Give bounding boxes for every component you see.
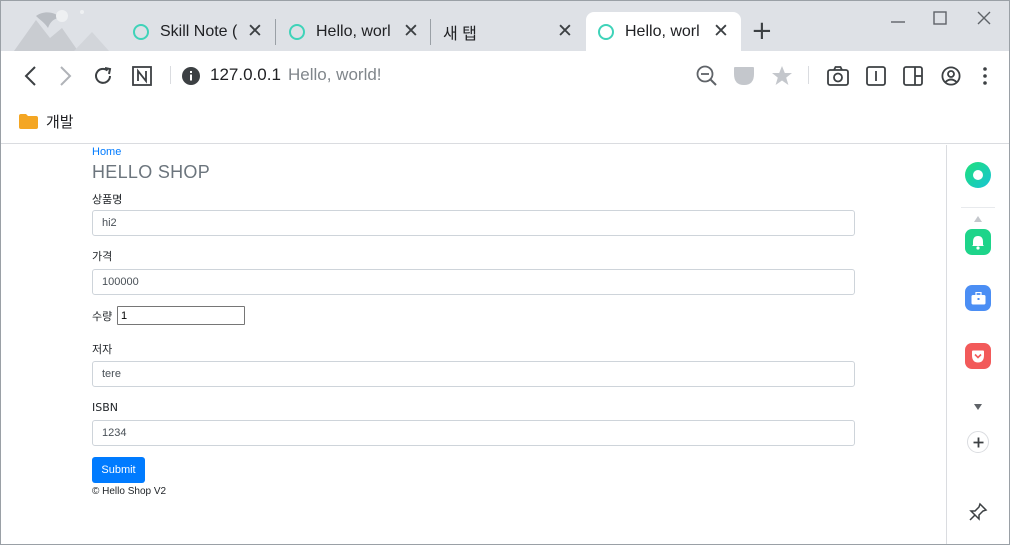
tab-divider [430,19,431,45]
sidebar-toggle-icon[interactable] [901,51,925,100]
tab-favicon-icon [133,23,149,40]
author-input[interactable]: tere [92,361,855,387]
bell-icon[interactable] [965,229,991,255]
bookmark-folder-dev[interactable]: 개발 [19,111,74,132]
side-panel-divider [961,207,995,208]
toolbar-divider [808,66,809,84]
address-bar-host[interactable]: 127.0.0.1 [210,65,281,85]
isbn-input[interactable]: 1234 [92,420,855,446]
tab-title: Skill Note ( [160,22,238,40]
tab-title: Hello, worl [625,22,700,40]
scroll-down-icon[interactable] [974,404,982,410]
bookmark-label: 개발 [46,114,74,131]
camera-icon[interactable] [826,51,850,100]
address-bar-page-title[interactable]: Hello, world! [288,65,382,85]
tab-new-tab[interactable]: 새 탭 ✕ [433,12,583,51]
pocket-icon[interactable] [965,343,991,369]
folder-icon [19,114,38,129]
author-label: 저자 [92,343,113,356]
scroll-up-icon[interactable] [974,216,982,222]
bookmark-star-icon[interactable] [770,51,794,100]
tab-hello-world-1[interactable]: Hello, worl ✕ [279,12,429,51]
whale-sidebar-icon[interactable] [965,162,991,188]
reload-icon[interactable] [91,51,115,100]
tab-divider [275,19,276,45]
profile-icon[interactable] [939,51,963,100]
reader-mode-icon[interactable] [864,51,888,100]
back-icon[interactable] [18,51,42,100]
breadcrumb-home-link[interactable]: Home [92,146,121,158]
tab-strip: Skill Note ( ✕ Hello, worl ✕ 새 탭 ✕ Hello… [0,0,1010,51]
close-tab-icon[interactable]: ✕ [247,22,263,41]
page-content: Home HELLO SHOP 상품명 hi2 가격 100000 수량 1 저… [0,145,946,545]
quantity-input[interactable]: 1 [117,306,245,325]
close-tab-icon[interactable]: ✕ [557,22,573,41]
notion-extension-icon[interactable] [130,51,154,100]
tab-title: Hello, worl [316,22,391,40]
price-label: 가격 [92,250,113,263]
name-label: 상품명 [92,193,123,206]
pocket-shield-icon[interactable] [732,51,756,100]
forward-icon[interactable] [54,51,78,100]
tab-favicon-icon [598,23,614,40]
new-tab-plus-icon[interactable]: + [751,18,773,44]
close-tab-icon[interactable]: ✕ [403,22,419,41]
close-tab-icon[interactable]: ✕ [713,22,729,41]
page-title: HELLO SHOP [92,162,211,182]
briefcase-icon[interactable] [965,285,991,311]
tab-hello-world-active[interactable]: Hello, worl ✕ [586,12,741,51]
submit-button[interactable]: Submit [92,457,145,483]
browser-logo-icon [14,10,109,51]
tab-title: 새 탭 [443,25,477,43]
close-window-icon[interactable] [976,10,992,26]
isbn-label: ISBN [92,401,119,414]
price-input[interactable]: 100000 [92,269,855,295]
pin-icon[interactable] [968,502,988,522]
quantity-label: 수량 [92,310,113,323]
side-panel [946,145,1010,545]
minimize-icon[interactable] [890,10,906,26]
bookmarks-bar: 개발 [0,100,1010,144]
name-input[interactable]: hi2 [92,210,855,236]
site-info-icon[interactable] [181,51,201,100]
footer-text: © Hello Shop V2 [92,486,167,497]
toolbar-divider [170,66,171,84]
tab-favicon-icon [289,23,305,40]
zoom-out-icon[interactable] [695,51,719,100]
tab-skill-note[interactable]: Skill Note ( ✕ [123,12,273,51]
maximize-icon[interactable] [932,10,948,26]
browser-toolbar: 127.0.0.1 Hello, world! [0,51,1010,100]
menu-kebab-icon[interactable] [976,51,994,100]
add-panel-icon[interactable] [967,431,989,453]
